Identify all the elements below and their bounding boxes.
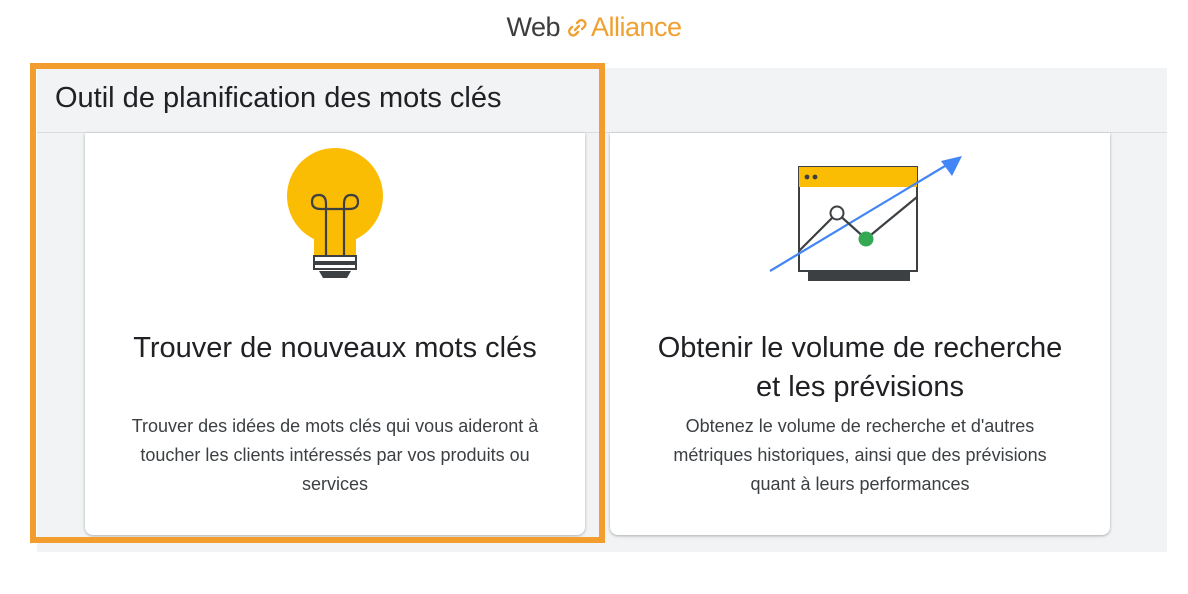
search-volume-card[interactable]: Obtenir le volume de recherche et les pr… <box>610 133 1110 535</box>
link-icon <box>568 19 587 37</box>
card-description: Trouver des idées de mots clés qui vous … <box>131 416 539 494</box>
card-title: Obtenir le volume de recherche et les pr… <box>657 332 1063 403</box>
panel-header: Outil de planification des mots clés <box>37 68 1167 133</box>
lightbulb-icon <box>287 148 383 278</box>
keyword-planner-panel: Outil de planification des mots clés Tro… <box>37 68 1167 552</box>
find-keywords-card[interactable]: Trouver de nouveaux mots clés Trouver de… <box>85 133 585 535</box>
page-title: Outil de planification des mots clés <box>55 82 502 114</box>
card-description: Obtenez le volume de recherche et d'autr… <box>673 416 1047 494</box>
brand-logo: Web Alliance <box>0 10 1188 44</box>
card-title: Trouver de nouveaux mots clés <box>133 332 537 364</box>
forecast-chart-icon <box>769 156 962 281</box>
brand-web-text: Web <box>506 12 560 42</box>
brand-alliance-text: Alliance <box>590 12 682 42</box>
